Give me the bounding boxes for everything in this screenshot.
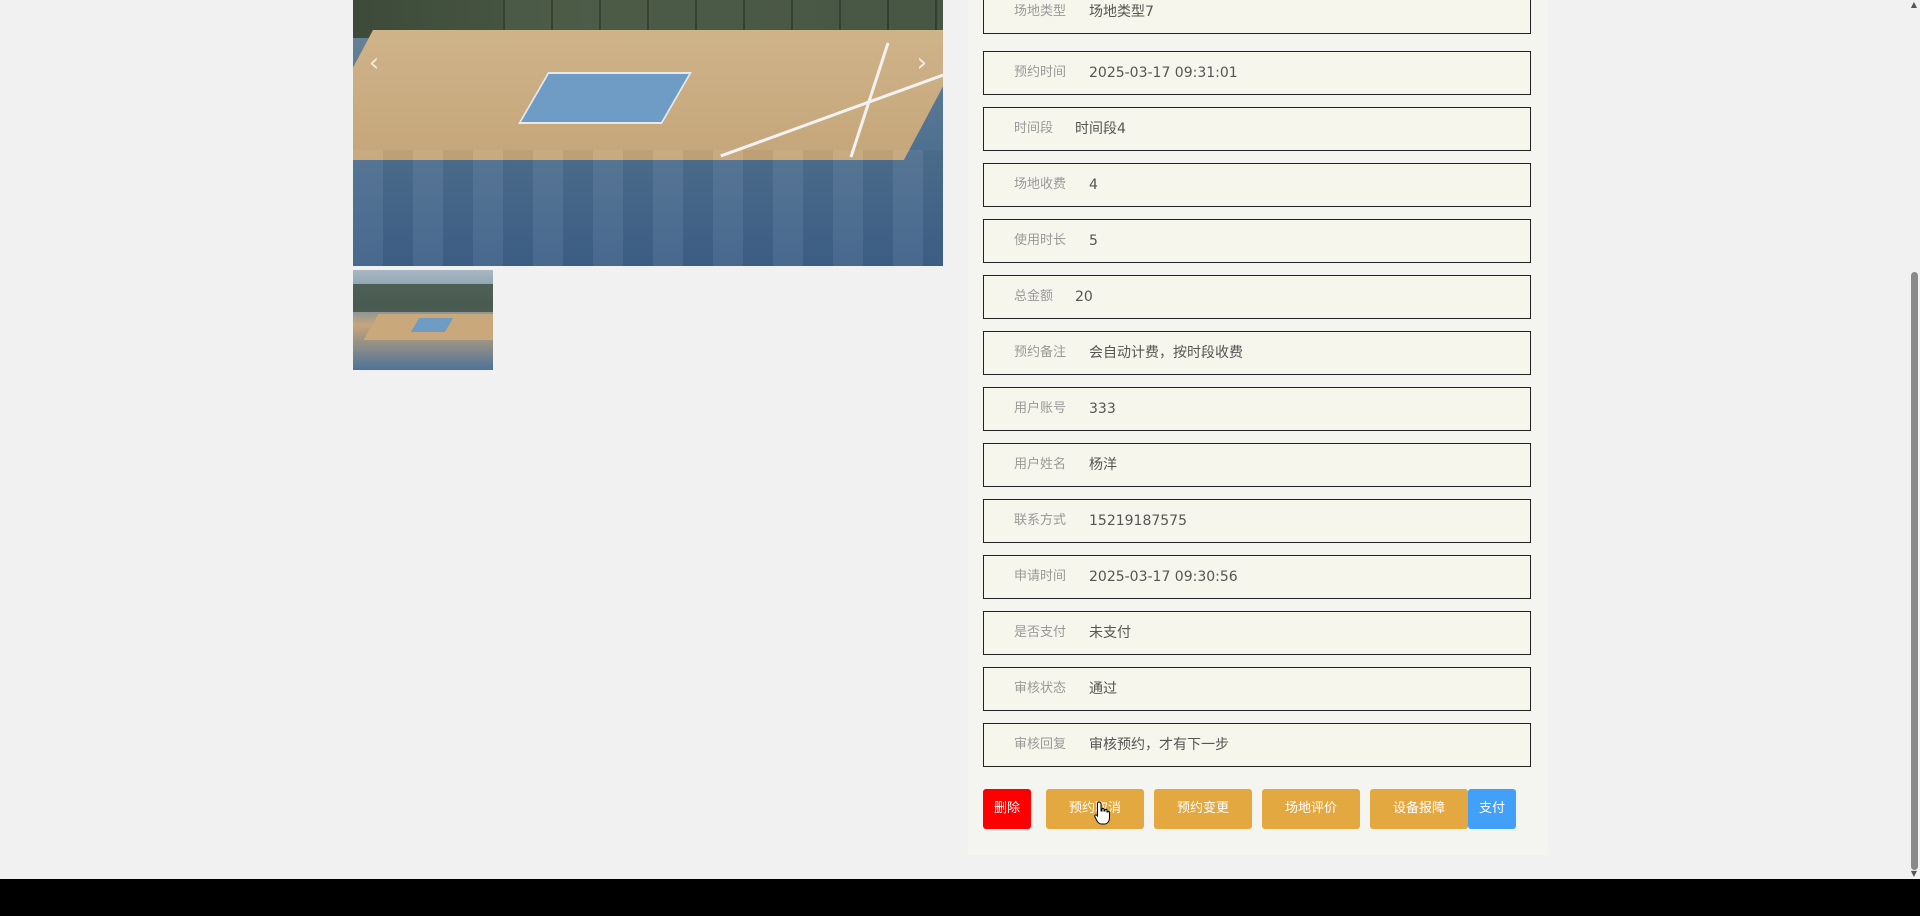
field-value: 会自动计费，按时段收费 xyxy=(1089,345,1243,361)
field-booking-time: 预约时间 2025-03-17 09:31:01 xyxy=(983,51,1531,95)
field-value: 时间段4 xyxy=(1075,121,1126,137)
scroll-up-icon[interactable]: ▲ xyxy=(1910,0,1918,10)
field-label: 场地类型 xyxy=(1014,4,1067,19)
field-label: 场地收费 xyxy=(1014,177,1067,192)
field-value: 杨洋 xyxy=(1089,457,1117,473)
scrollbar-thumb[interactable] xyxy=(1911,272,1918,870)
venue-thumbnail[interactable] xyxy=(353,270,493,370)
field-value: 未支付 xyxy=(1089,625,1131,641)
field-label: 时间段 xyxy=(1014,121,1054,136)
field-review-reply: 审核回复 审核预约，才有下一步 xyxy=(983,723,1531,767)
field-label: 审核回复 xyxy=(1014,737,1067,752)
change-booking-button[interactable]: 预约变更 xyxy=(1154,789,1252,829)
field-value: 审核预约，才有下一步 xyxy=(1089,737,1229,753)
field-label: 预约备注 xyxy=(1014,345,1067,360)
field-value: 20 xyxy=(1075,289,1093,305)
field-label: 使用时长 xyxy=(1014,233,1067,248)
court-key xyxy=(517,72,693,124)
field-duration: 使用时长 5 xyxy=(983,219,1531,263)
venue-review-button[interactable]: 场地评价 xyxy=(1262,789,1360,829)
main-venue-image: ‹ › xyxy=(353,0,943,266)
field-value: 333 xyxy=(1089,401,1116,417)
field-user-name: 用户姓名 杨洋 xyxy=(983,443,1531,487)
field-label: 用户账号 xyxy=(1014,401,1067,416)
field-label: 联系方式 xyxy=(1014,513,1067,528)
field-label: 审核状态 xyxy=(1014,681,1067,696)
page-scrollbar[interactable]: ▲ ▼ xyxy=(1908,0,1920,879)
carousel-next-icon[interactable]: › xyxy=(911,50,933,76)
field-booking-note: 预约备注 会自动计费，按时段收费 xyxy=(983,331,1531,375)
field-review-status: 审核状态 通过 xyxy=(983,667,1531,711)
field-value: 5 xyxy=(1089,233,1098,249)
field-apply-time: 申请时间 2025-03-17 09:30:56 xyxy=(983,555,1531,599)
carousel-prev-icon[interactable]: ‹ xyxy=(363,50,385,76)
field-total-amount: 总金额 20 xyxy=(983,275,1531,319)
field-user-account: 用户账号 333 xyxy=(983,387,1531,431)
field-contact: 联系方式 15219187575 xyxy=(983,499,1531,543)
delete-button[interactable]: 删除 xyxy=(983,789,1031,829)
field-value: 2025-03-17 09:30:56 xyxy=(1089,569,1238,585)
page: ‹ › 场地类型 场地类型7 预约时间 2025-03-17 09:31:01 … xyxy=(0,0,1920,916)
field-venue-fee: 场地收费 4 xyxy=(983,163,1531,207)
field-time-slot: 时间段 时间段4 xyxy=(983,107,1531,151)
field-label: 是否支付 xyxy=(1014,625,1067,640)
field-label: 总金额 xyxy=(1014,289,1054,304)
field-value: 场地类型7 xyxy=(1089,4,1154,20)
field-label: 用户姓名 xyxy=(1014,457,1067,472)
equipment-report-button[interactable]: 设备报障 xyxy=(1370,789,1468,829)
floor-sheen xyxy=(353,150,943,266)
hand-cursor-icon xyxy=(1094,801,1110,825)
field-value: 15219187575 xyxy=(1089,513,1187,529)
field-value: 4 xyxy=(1089,177,1098,193)
field-venue-type: 场地类型 场地类型7 xyxy=(983,0,1531,34)
field-value: 2025-03-17 09:31:01 xyxy=(1089,65,1238,81)
pay-button[interactable]: 支付 xyxy=(1468,789,1516,829)
scroll-down-icon[interactable]: ▼ xyxy=(1910,869,1918,879)
field-paid: 是否支付 未支付 xyxy=(983,611,1531,655)
thumbnail-wall xyxy=(353,284,493,312)
field-value: 通过 xyxy=(1089,681,1117,697)
field-label: 申请时间 xyxy=(1014,569,1067,584)
field-label: 预约时间 xyxy=(1014,65,1067,80)
footer-bar xyxy=(0,879,1920,916)
